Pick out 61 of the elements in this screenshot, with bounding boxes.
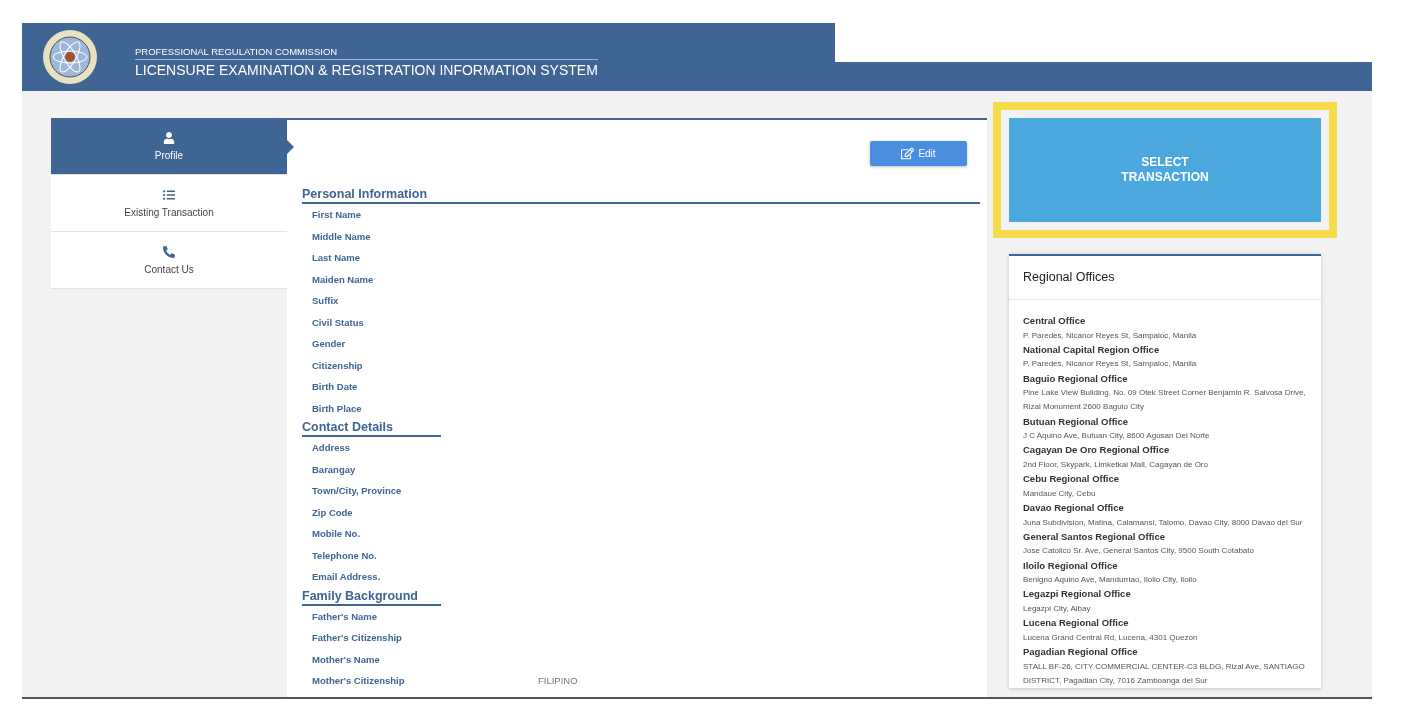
field-label: Father's Citizenship xyxy=(312,632,403,644)
field-label: Mother's Name xyxy=(312,653,381,665)
office-address: Juna Subdivision, Matina, Calamansi, Talomo, Davao City, 8000 Davao del Sur xyxy=(1023,516,1304,529)
office-name: Lucena Regional Office xyxy=(1023,616,1130,631)
field-label: Barangay xyxy=(312,463,357,475)
office-name: Pagadian Regional Office xyxy=(1023,645,1139,660)
card-title: Regional Offices xyxy=(1009,256,1321,300)
field-label: Mobile No. xyxy=(312,528,362,540)
office-address: Pine Lake View Building, No. 09 Otek Street Corner Benjamin R. Salvosa Drive, Rizal Monument 2600 Baguio City xyxy=(1023,387,1307,414)
user-icon xyxy=(163,131,175,144)
sidebar-tab[interactable]: Profile xyxy=(51,118,287,175)
office-name: Cagayan De Oro Regional Office xyxy=(1023,443,1171,458)
office-name: General Santos Regional Office xyxy=(1023,529,1166,544)
office-name: Davao Regional Office xyxy=(1023,501,1125,516)
office-address: Mandaue City, Cebu xyxy=(1023,487,1097,500)
sidebar-tab[interactable]: Existing Transaction xyxy=(51,175,287,232)
field-label: Last Name xyxy=(312,252,362,264)
office-name: Iloilo Regional Office xyxy=(1023,558,1119,573)
sidebar-tab[interactable]: Contact Us xyxy=(51,232,287,289)
field-label: Suffix xyxy=(312,295,340,307)
field-label: Address xyxy=(312,442,351,454)
system-title: LICENSURE EXAMINATION & REGISTRATION INFORMATION SYSTEM xyxy=(135,62,598,78)
field-value: FILIPINO xyxy=(538,675,578,687)
seal-logo-icon xyxy=(42,29,98,85)
field-label: Town/City, Province xyxy=(312,485,403,497)
office-name: Legazpi Regional Office xyxy=(1023,587,1132,602)
field-label: Telephone No. xyxy=(312,549,378,561)
edit-button[interactable]: Edit xyxy=(870,141,967,166)
office-name: Baguio Regional Office xyxy=(1023,371,1129,386)
field-label: Zip Code xyxy=(312,506,354,518)
agency-name: PROFESSIONAL REGULATION COMMISSION xyxy=(135,46,598,60)
office-name: Butuan Regional Office xyxy=(1023,414,1130,429)
office-name: Cebu Regional Office xyxy=(1023,472,1121,487)
field-label: Civil Status xyxy=(312,316,365,328)
section-title: Family Background xyxy=(302,588,441,606)
field-label: Middle Name xyxy=(312,230,372,242)
office-name: Central Office xyxy=(1023,314,1087,328)
field-label: First Name xyxy=(312,209,363,221)
section-title: Personal Information xyxy=(302,187,980,204)
field-label: Email Address. xyxy=(312,571,382,583)
field-label: Birth Date xyxy=(312,381,359,393)
office-address: Lucena Grand Central Rd, Lucena, 4301 Quezon xyxy=(1023,631,1199,644)
office-address: Benigno Aquino Ave, Mandurriao, Iloilo City, Iloilo xyxy=(1023,574,1198,587)
office-address: STALL BF-26, CITY COMMERCIAL CENTER-C3 BLDG, Rizal Ave, SANTIAGO DISTRICT, Pagadian City, 7016 Zamboanga del Sur xyxy=(1023,660,1306,687)
office-address: P. Paredes, Nicanor Reyes St, Sampaloc, Manila xyxy=(1023,358,1198,371)
phone-icon xyxy=(163,245,175,258)
field-label: Father's Name xyxy=(312,610,379,622)
office-address: J C Aquino Ave, Butuan City, 8600 Agusan Del Norte xyxy=(1023,430,1211,443)
field-label: Citizenship xyxy=(312,359,364,371)
field-label: Maiden Name xyxy=(312,273,375,285)
office-address: Jose Catolico Sr. Ave, General Santos City, 9500 South Cotabato xyxy=(1023,545,1255,558)
section-title: Contact Details xyxy=(302,420,441,437)
field-label: Birth Place xyxy=(312,402,363,414)
edit-icon xyxy=(901,147,915,160)
field-label: Gender xyxy=(312,338,347,350)
office-address: Legazpi City, Albay xyxy=(1023,602,1092,615)
office-address: 2nd Floor, Skypark, Limketkai Mall, Cagayan de Oro xyxy=(1023,459,1209,471)
list-icon xyxy=(163,188,175,201)
office-name: National Capital Region Office xyxy=(1023,342,1161,357)
office-address: P. Paredes, Nicanor Reyes St, Sampaloc, Manila xyxy=(1023,329,1198,342)
field-label: Mother's Citizenship xyxy=(312,675,406,687)
